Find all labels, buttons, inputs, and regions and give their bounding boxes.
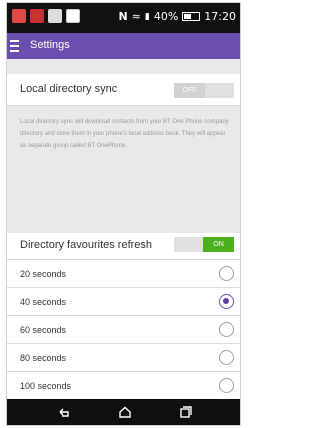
- system-icons: N ≈ ▮ 40% 17:20: [118, 10, 236, 23]
- phone-screen: N ≈ ▮ 40% 17:20 Settings Local directory…: [6, 2, 241, 426]
- favourites-refresh-row[interactable]: Directory favourites refresh ON: [7, 233, 240, 260]
- local-sync-description: Local directory sync will download conta…: [20, 119, 229, 149]
- app-bar: Settings: [7, 33, 240, 59]
- option-label: 80 seconds: [20, 353, 67, 363]
- radio-button-selected[interactable]: [219, 294, 234, 309]
- screenshot-frame: N ≈ ▮ 40% 17:20 Settings Local directory…: [0, 0, 247, 428]
- radio-button[interactable]: [219, 350, 234, 365]
- recents-icon[interactable]: [179, 406, 193, 418]
- back-icon[interactable]: [57, 406, 71, 418]
- radio-button[interactable]: [219, 266, 234, 281]
- navigation-bar: [7, 399, 240, 425]
- favourites-refresh-label: Directory favourites refresh: [20, 239, 153, 251]
- refresh-option-60[interactable]: 60 seconds: [7, 316, 240, 344]
- signal-icon: ▮: [144, 11, 150, 22]
- radio-button[interactable]: [219, 378, 234, 393]
- clock: 17:20: [204, 10, 236, 23]
- refresh-option-100[interactable]: 100 seconds: [7, 372, 240, 400]
- section-divider: [7, 59, 240, 74]
- sms-icon: [12, 9, 26, 23]
- favourites-refresh-toggle[interactable]: ON: [174, 237, 234, 252]
- nfc-icon: N: [118, 10, 128, 23]
- home-icon[interactable]: [118, 406, 132, 418]
- wifi-icon: ≈: [131, 10, 141, 23]
- settings-content: Local directory sync OFF Local directory…: [7, 59, 240, 401]
- local-sync-toggle[interactable]: OFF: [174, 83, 234, 98]
- local-sync-label: Local directory sync: [20, 83, 118, 95]
- notification-icons: [12, 9, 80, 23]
- option-label: 40 seconds: [20, 297, 67, 307]
- option-label: 20 seconds: [20, 269, 67, 279]
- page-title: Settings: [30, 39, 70, 51]
- voicemail-icon: [48, 9, 62, 23]
- favourites-refresh-toggle-knob: ON: [203, 237, 234, 252]
- refresh-option-80[interactable]: 80 seconds: [7, 344, 240, 372]
- refresh-option-20[interactable]: 20 seconds: [7, 260, 240, 288]
- radio-button[interactable]: [219, 322, 234, 337]
- refresh-option-40[interactable]: 40 seconds: [7, 288, 240, 316]
- gallery-icon: [66, 9, 80, 23]
- hamburger-menu-icon[interactable]: [10, 40, 19, 52]
- battery-icon: [182, 12, 201, 21]
- status-bar: N ≈ ▮ 40% 17:20: [7, 3, 240, 33]
- option-label: 60 seconds: [20, 325, 67, 335]
- local-sync-toggle-knob: OFF: [174, 83, 205, 98]
- option-label: 100 seconds: [20, 381, 72, 391]
- mail-icon: [30, 9, 44, 23]
- battery-percent: 40%: [153, 10, 179, 23]
- local-sync-row[interactable]: Local directory sync OFF: [7, 74, 240, 106]
